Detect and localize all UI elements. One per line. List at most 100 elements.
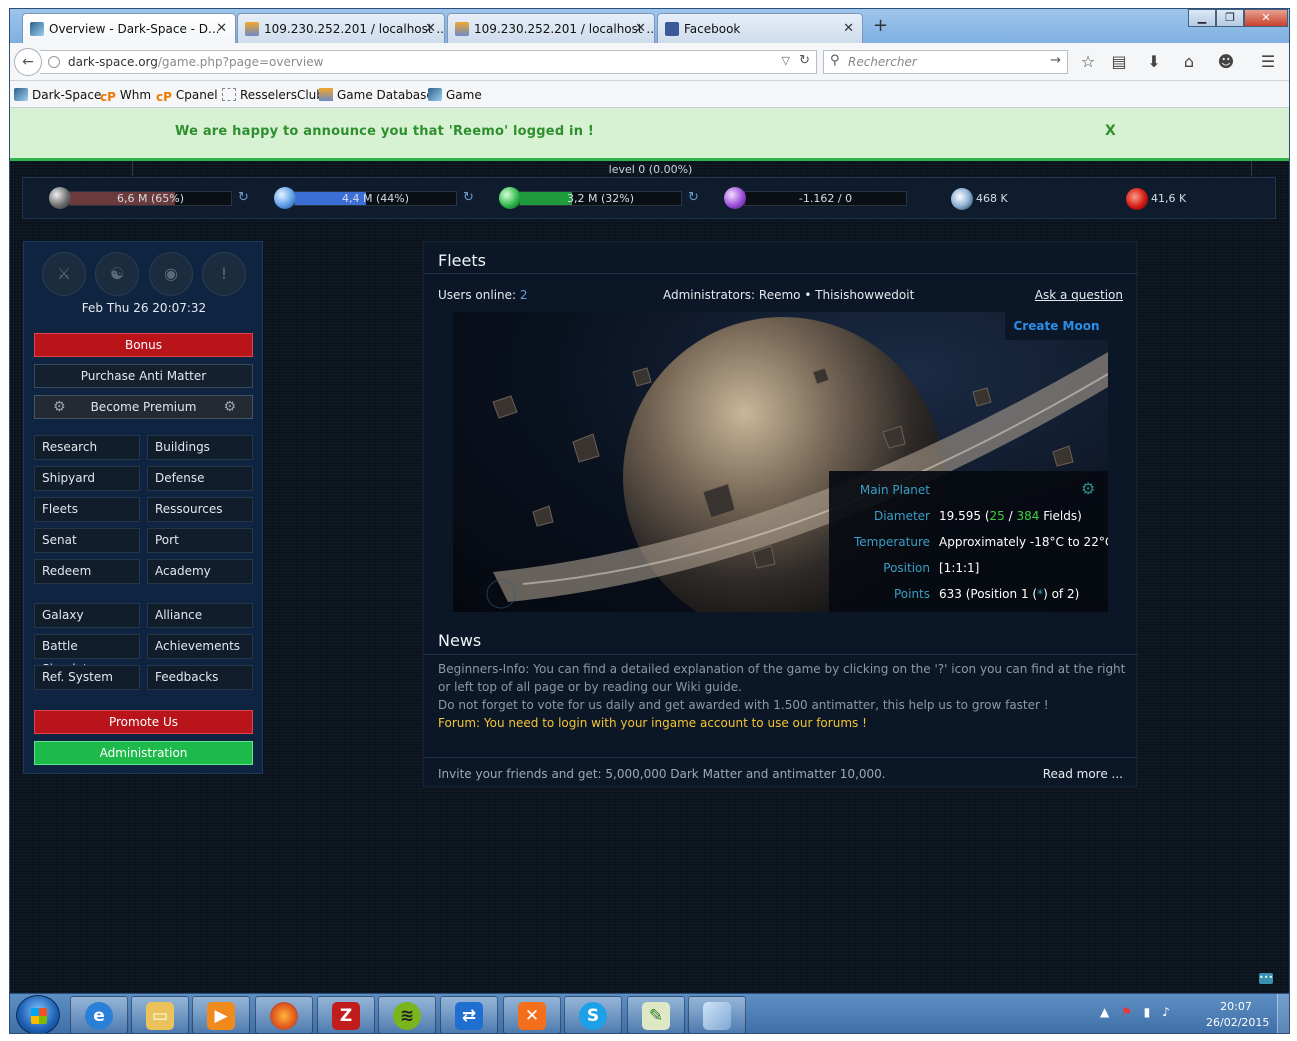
deuterium-value: 3,2 M (32%) [566,192,634,205]
exclamation-icon[interactable]: ! [202,252,246,296]
menu-ref-system[interactable]: Ref. System [34,665,140,690]
menu-achievements[interactable]: Achievements [147,634,253,659]
phpmyadmin-icon [319,88,333,101]
url-bar[interactable]: dark-space.org/game.php?page=overview ▽ … [40,50,817,74]
menu-alliance[interactable]: Alliance [147,603,253,628]
window-controls: ▁ ❐ ✕ [1188,9,1288,27]
taskbar-teamviewer[interactable]: ⇄ [440,996,498,1033]
divider [424,273,1138,274]
back-button[interactable]: ← [14,48,42,76]
tray-expand-icon[interactable]: ▲ [1100,1005,1109,1019]
sword-icon[interactable]: ⚔ [42,252,86,296]
network-icon[interactable]: ▮ [1144,1005,1151,1019]
create-moon-button[interactable]: Create Moon [1005,312,1108,340]
purchase-anti-matter-button[interactable]: Purchase Anti Matter [34,364,253,388]
taskbar-spotify[interactable]: ≋ [378,996,436,1033]
bookmark-game-database[interactable]: Game Database [319,88,434,102]
bookmark-game[interactable]: Game [428,88,482,102]
menu-feedbacks[interactable]: Feedbacks [147,665,253,690]
administration-button[interactable]: Administration [34,741,253,765]
search-input[interactable]: ⚲ Rechercher → [823,50,1068,74]
menu-academy[interactable]: Academy [147,559,253,584]
action-center-icon[interactable]: ⚑ [1121,1005,1132,1019]
window-close-button[interactable]: ✕ [1244,9,1288,27]
menu-port[interactable]: Port [147,528,253,553]
planet-name[interactable]: Main Planet [860,483,930,497]
taskbar-skype[interactable]: S [564,996,622,1033]
taskbar-internet-explorer[interactable]: e [70,996,128,1033]
taskbar-clock[interactable]: 20:07 26/02/2015 [1206,999,1269,1031]
teamviewer-icon: ⇄ [455,1002,483,1030]
close-tab-icon[interactable]: ✕ [635,21,646,36]
tab-label: Overview - Dark-Space - D... [49,22,220,36]
bookmark-resselersclub[interactable]: ResselersClub [222,88,324,102]
reading-list-icon[interactable]: ▤ [1108,52,1130,71]
resource-metal: 6,6 M (65%) ↻ [49,187,259,209]
tab-facebook[interactable]: Facebook ✕ [657,13,863,43]
menu-battle-simulator[interactable]: Battle Simulator [34,634,140,676]
tab-phpmyadmin-1[interactable]: 109.230.252.201 / localhost ... ✕ [237,13,445,43]
menu-shipyard[interactable]: Shipyard [34,466,140,491]
volume-icon[interactable]: ♪ [1162,1005,1170,1019]
bookmark-whm[interactable]: cP Whm [100,88,151,104]
download-icon[interactable]: ⬇ [1143,52,1165,71]
menu-redeem[interactable]: Redeem [34,559,140,584]
notice-close-button[interactable]: X [1105,123,1116,139]
dropdown-arrow-icon[interactable]: ▽ [782,54,790,67]
diameter-label: Diameter [873,509,930,523]
chat-icon[interactable]: ☻ [1215,52,1237,71]
system-tray: ▲ ⚑ ▮ ♪ [1100,1005,1178,1019]
bookmark-star-icon[interactable]: ☆ [1077,52,1099,71]
taskbar-time: 20:07 [1220,1000,1252,1013]
eye-icon[interactable]: ◉ [149,252,193,296]
menu-defense[interactable]: Defense [147,466,253,491]
menu-buildings[interactable]: Buildings [147,435,253,460]
browser-window: Overview - Dark-Space - D... ✕ 109.230.2… [9,8,1290,1034]
taskbar-windows-other[interactable] [688,996,746,1033]
refresh-icon[interactable]: ↻ [463,190,474,205]
bookmark-cpanel[interactable]: cP Cpanel [156,88,218,104]
reload-icon[interactable]: ↻ [799,53,810,68]
refresh-icon[interactable]: ↻ [238,190,249,205]
ask-question-link[interactable]: Ask a question [1035,288,1123,302]
taskbar-xampp[interactable]: ✕ [503,996,561,1033]
menu-ressources[interactable]: Ressources [147,497,253,522]
taskbar-media-player[interactable]: ▶ [192,996,250,1033]
show-desktop-button[interactable] [1277,994,1289,1033]
taskbar-file-explorer[interactable]: ▭ [131,996,189,1033]
search-icon: ⚲ [830,53,840,68]
taskbar-firefox[interactable] [255,996,313,1033]
home-icon[interactable]: ⌂ [1178,52,1200,71]
tab-overview[interactable]: Overview - Dark-Space - D... ✕ [22,13,236,43]
invite-text: Invite your friends and get: 5,000,000 D… [438,767,886,781]
tab-phpmyadmin-2[interactable]: 109.230.252.201 / localhost ... ✕ [447,13,655,43]
bonus-button[interactable]: Bonus [34,333,253,357]
refresh-icon[interactable]: ↻ [688,190,699,205]
menu-research[interactable]: Research [34,435,140,460]
chat-bubble-icon[interactable]: ••• [1259,973,1273,984]
close-tab-icon[interactable]: ✕ [216,21,227,36]
search-go-icon[interactable]: → [1050,53,1061,68]
menu-icon[interactable]: ☰ [1257,52,1279,71]
close-tab-icon[interactable]: ✕ [843,21,854,36]
menu-fleets[interactable]: Fleets [34,497,140,522]
internet-explorer-icon: e [85,1002,113,1030]
menu-galaxy[interactable]: Galaxy [34,603,140,628]
menu-senat[interactable]: Senat [34,528,140,553]
game-page: level 0 (0.00%) We are happy to announce… [10,108,1289,993]
bookmark-label: Game Database [337,88,434,102]
close-tab-icon[interactable]: ✕ [425,21,436,36]
become-premium-button[interactable]: ⚙ Become Premium ⚙ [34,395,253,419]
taskbar-notepad-plus[interactable]: ✎ [627,996,685,1033]
planet-image: Create Moon ⚙ Main Planet Diameter 19.59… [453,312,1108,612]
taskbar-filezilla[interactable]: Z [317,996,375,1033]
start-button[interactable] [16,995,60,1033]
minimize-button[interactable]: ▁ [1188,9,1216,27]
maximize-button[interactable]: ❐ [1216,9,1244,27]
new-tab-button[interactable]: + [873,15,888,36]
yin-yang-icon[interactable]: ☯ [95,252,139,296]
cpanel-icon: cP [156,90,172,104]
bookmark-dark-space[interactable]: Dark-Space [14,88,101,102]
read-more-link[interactable]: Read more ... [1043,767,1123,781]
promote-us-button[interactable]: Promote Us [34,710,253,734]
